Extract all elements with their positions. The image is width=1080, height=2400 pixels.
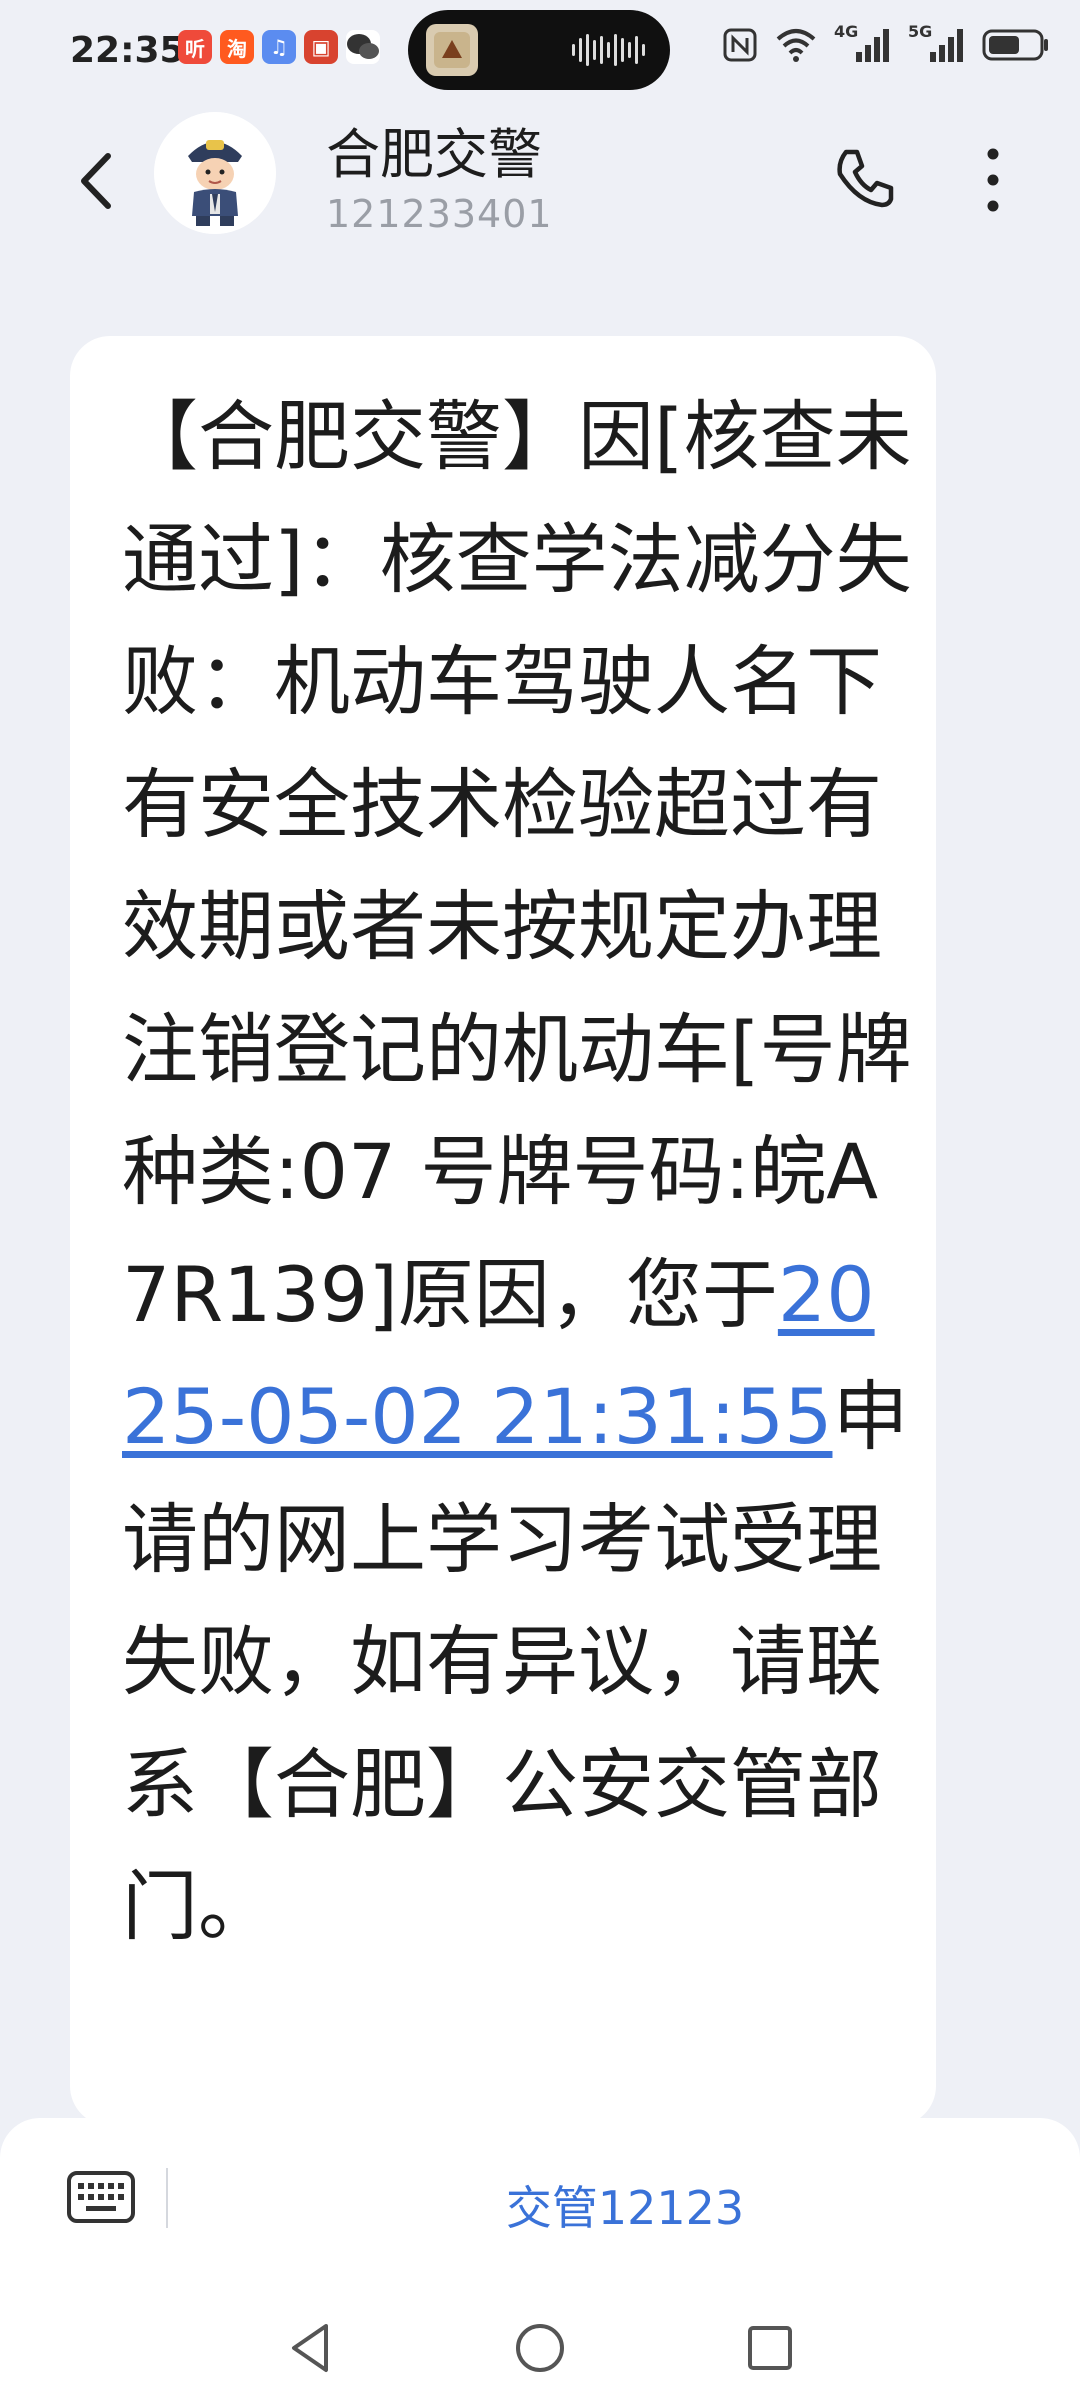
conversation-header: 合肥交警 121233401 [0, 100, 1080, 260]
avatar[interactable] [154, 112, 276, 234]
back-arrow-icon[interactable] [70, 146, 130, 216]
dynamic-island[interactable] [408, 10, 670, 90]
phone-call-icon[interactable] [830, 142, 900, 212]
nav-home-icon[interactable] [510, 2318, 570, 2378]
taobao-app-icon: 淘 [220, 30, 254, 64]
message-bubble[interactable]: 【合肥交警】因[核查未通过]：核查学法减分失败：机动车驾驶人名下有安全技术检验超… [70, 336, 936, 2126]
nav-recents-icon[interactable] [740, 2318, 800, 2378]
bottom-panel: 交管12123 [0, 2118, 1080, 2400]
battery-icon [982, 29, 1048, 61]
notification-icons: 听 淘 ♫ ▣ [178, 30, 380, 64]
game-app-icon: ▣ [304, 30, 338, 64]
ting-app-icon: 听 [178, 30, 212, 64]
message-text: 【合肥交警】因[核查未通过]：核查学法减分失败：机动车驾驶人名下有安全技术检验超… [122, 376, 912, 1969]
signal-4g-icon: 4G [834, 22, 892, 64]
message-text-before: 【合肥交警】因[核查未通过]：核查学法减分失败：机动车驾驶人名下有安全技术检验超… [122, 392, 912, 1339]
media-thumbnail-icon [426, 24, 478, 76]
system-status-icons: 4G 5G [722, 22, 1050, 64]
more-options-icon[interactable] [968, 140, 1018, 220]
sender-number: 121233401 [326, 192, 553, 236]
nav-back-icon[interactable] [280, 2318, 340, 2378]
signal-5g-icon: 5G [908, 22, 966, 64]
conversation-title: 合肥交警 [326, 123, 542, 186]
status-bar: 22:35 听 淘 ♫ ▣ 4G 5G [0, 0, 1080, 100]
wifi-icon [776, 29, 816, 62]
music-app-icon: ♫ [262, 30, 296, 64]
quick-reply-button[interactable]: 交管12123 [0, 2172, 1080, 2238]
status-time: 22:35 [70, 30, 185, 71]
wechat-app-icon [346, 30, 380, 64]
nfc-icon [723, 28, 757, 62]
traffic-police-avatar-icon [154, 112, 276, 234]
audio-wave-icon [572, 34, 645, 66]
